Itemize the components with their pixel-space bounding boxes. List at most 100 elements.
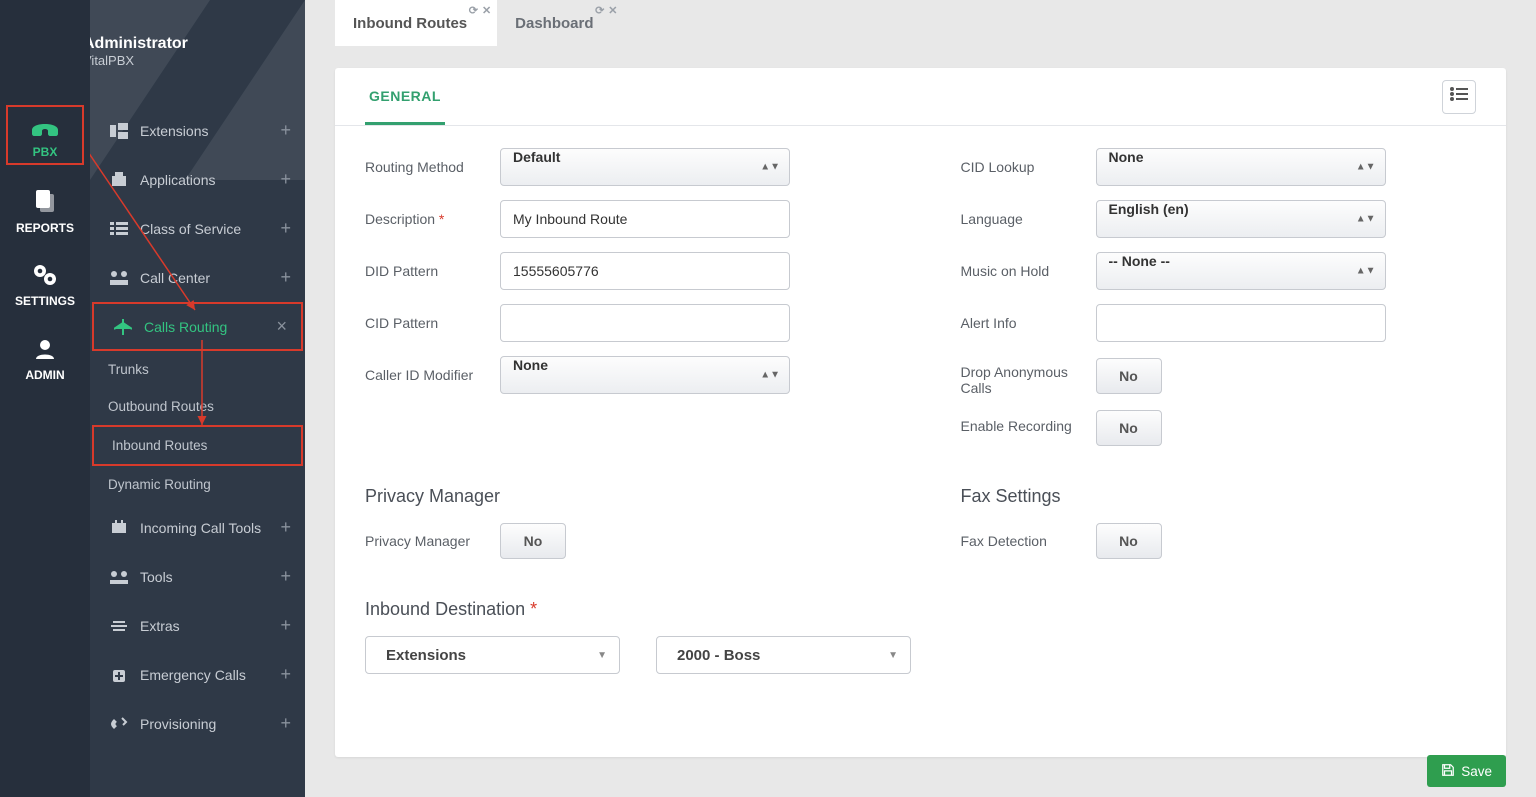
list-icon bbox=[1450, 87, 1468, 106]
tab-dashboard[interactable]: Dashboard ⟳ ✕ bbox=[497, 0, 623, 46]
expand-icon: + bbox=[280, 566, 291, 587]
rail-pbx-label: PBX bbox=[33, 145, 58, 159]
menu-extras-label: Extras bbox=[140, 618, 180, 634]
select-dest-module[interactable]: Extensions ▼ bbox=[365, 636, 620, 674]
left-rail: PBX REPORTS SETTINGS ADMIN bbox=[0, 0, 90, 797]
collapse-icon: × bbox=[276, 316, 287, 337]
provisioning-icon bbox=[108, 716, 130, 732]
toggle-drop-anon[interactable]: No bbox=[1096, 358, 1162, 394]
select-callerid-modifier[interactable]: None bbox=[500, 356, 790, 394]
menu-tools[interactable]: Tools + bbox=[90, 552, 305, 601]
rail-settings-label: SETTINGS bbox=[15, 294, 75, 308]
menu-extensions[interactable]: Extensions + bbox=[90, 106, 305, 155]
menu-cos-label: Class of Service bbox=[140, 221, 241, 237]
toggle-enable-rec[interactable]: No bbox=[1096, 410, 1162, 446]
user-sub: VitalPBX bbox=[90, 53, 188, 68]
toggle-fax-detection[interactable]: No bbox=[1096, 523, 1162, 559]
user-block: Administrator VitalPBX bbox=[90, 18, 188, 84]
menu-callsrouting-label: Calls Routing bbox=[144, 319, 227, 335]
chevron-down-icon: ▼ bbox=[597, 650, 607, 661]
input-description[interactable] bbox=[500, 200, 790, 238]
menu-emergency[interactable]: Emergency Calls + bbox=[90, 650, 305, 699]
expand-icon: + bbox=[280, 267, 291, 288]
tools-icon bbox=[108, 569, 130, 585]
input-did-pattern[interactable] bbox=[500, 252, 790, 290]
label-moh: Music on Hold bbox=[961, 263, 1096, 279]
chevron-down-icon: ▼ bbox=[888, 650, 898, 661]
callsrouting-icon bbox=[112, 319, 134, 335]
input-alert-info[interactable] bbox=[1096, 304, 1386, 342]
rail-admin[interactable]: ADMIN bbox=[0, 322, 90, 396]
user-name: Administrator bbox=[90, 35, 188, 53]
callcenter-icon bbox=[108, 270, 130, 286]
sidebar: Administrator VitalPBX Extensions + Appl… bbox=[90, 0, 305, 797]
label-routing-method: Routing Method bbox=[365, 159, 500, 175]
submenu-inbound[interactable]: Inbound Routes bbox=[92, 425, 303, 466]
expand-icon: + bbox=[280, 664, 291, 685]
close-icon[interactable]: ✕ bbox=[608, 4, 617, 17]
main-area: Inbound Routes ⟳ ✕ Dashboard ⟳ ✕ GENERAL R… bbox=[305, 0, 1536, 797]
menu-incoming-tools-label: Incoming Call Tools bbox=[140, 520, 261, 536]
expand-icon: + bbox=[280, 218, 291, 239]
tab-inbound-label: Inbound Routes bbox=[353, 15, 467, 32]
menu-incoming-tools[interactable]: Incoming Call Tools + bbox=[90, 503, 305, 552]
refresh-icon[interactable]: ⟳ bbox=[469, 4, 478, 17]
submenu-outbound[interactable]: Outbound Routes bbox=[90, 388, 305, 425]
menu-extensions-label: Extensions bbox=[140, 123, 208, 139]
select-routing-method[interactable]: Default bbox=[500, 148, 790, 186]
close-icon[interactable]: ✕ bbox=[482, 4, 491, 17]
expand-icon: + bbox=[280, 517, 291, 538]
menu-provisioning-label: Provisioning bbox=[140, 716, 216, 732]
menu-emergency-label: Emergency Calls bbox=[140, 667, 246, 683]
save-button[interactable]: Save bbox=[1427, 755, 1506, 787]
submenu-dynamic[interactable]: Dynamic Routing bbox=[90, 466, 305, 503]
save-icon bbox=[1441, 763, 1455, 780]
rail-pbx[interactable]: PBX bbox=[0, 100, 90, 174]
section-fax: Fax Settings bbox=[961, 486, 1477, 507]
panel-tab-general[interactable]: GENERAL bbox=[365, 68, 445, 125]
menu-callcenter[interactable]: Call Center + bbox=[90, 253, 305, 302]
menu-applications-label: Applications bbox=[140, 172, 216, 188]
extensions-icon bbox=[108, 123, 130, 139]
menu-applications[interactable]: Applications + bbox=[90, 155, 305, 204]
rail-settings[interactable]: SETTINGS bbox=[0, 248, 90, 322]
tab-dashboard-label: Dashboard bbox=[515, 15, 593, 32]
label-description: Description * bbox=[365, 211, 500, 227]
save-label: Save bbox=[1461, 764, 1492, 779]
label-privacy-manager: Privacy Manager bbox=[365, 533, 500, 549]
toggle-privacy-manager[interactable]: No bbox=[500, 523, 566, 559]
list-button[interactable] bbox=[1442, 80, 1476, 114]
submenu-trunks[interactable]: Trunks bbox=[90, 351, 305, 388]
select-moh[interactable]: -- None -- bbox=[1096, 252, 1386, 290]
label-language: Language bbox=[961, 211, 1096, 227]
menu-cos[interactable]: Class of Service + bbox=[90, 204, 305, 253]
select-dest-target[interactable]: 2000 - Boss ▼ bbox=[656, 636, 911, 674]
menu-extras[interactable]: Extras + bbox=[90, 601, 305, 650]
select-language[interactable]: English (en) bbox=[1096, 200, 1386, 238]
expand-icon: + bbox=[280, 120, 291, 141]
input-cid-pattern[interactable] bbox=[500, 304, 790, 342]
label-did-pattern: DID Pattern bbox=[365, 263, 500, 279]
expand-icon: + bbox=[280, 615, 291, 636]
expand-icon: + bbox=[280, 169, 291, 190]
emergency-icon bbox=[108, 667, 130, 683]
form-panel: GENERAL Routing Method Default▲▼ Descrip… bbox=[335, 68, 1506, 757]
sidebar-menu: Extensions + Applications + Class of Ser… bbox=[90, 106, 305, 748]
cos-icon bbox=[108, 221, 130, 237]
menu-tools-label: Tools bbox=[140, 569, 173, 585]
select-cid-lookup[interactable]: None bbox=[1096, 148, 1386, 186]
phone-icon bbox=[30, 116, 60, 141]
rail-admin-label: ADMIN bbox=[25, 368, 64, 382]
reports-icon bbox=[32, 188, 58, 217]
refresh-icon[interactable]: ⟳ bbox=[595, 4, 604, 17]
label-cid-lookup: CID Lookup bbox=[961, 159, 1096, 175]
admin-icon bbox=[33, 337, 57, 364]
label-cid-pattern: CID Pattern bbox=[365, 315, 500, 331]
label-enable-rec: Enable Recording bbox=[961, 410, 1096, 434]
incoming-tools-icon bbox=[108, 520, 130, 536]
label-fax-detection: Fax Detection bbox=[961, 533, 1096, 549]
menu-callsrouting[interactable]: Calls Routing × bbox=[92, 302, 303, 351]
menu-provisioning[interactable]: Provisioning + bbox=[90, 699, 305, 748]
tab-inbound-routes[interactable]: Inbound Routes ⟳ ✕ bbox=[335, 0, 497, 46]
rail-reports[interactable]: REPORTS bbox=[0, 174, 90, 248]
